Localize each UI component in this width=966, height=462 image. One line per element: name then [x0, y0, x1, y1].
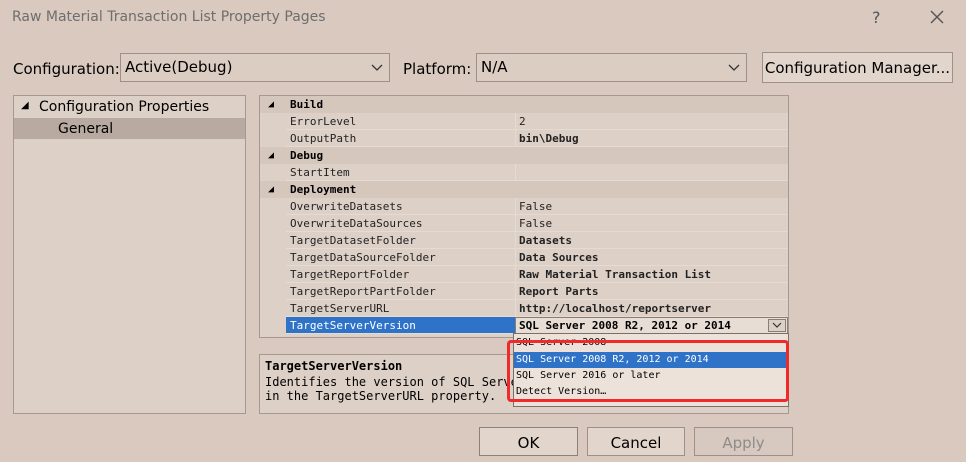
property-grid: ◢ Build ErrorLevel 2 OutputPath bin\Debu…	[259, 95, 789, 338]
collapse-caret-icon[interactable]: ◢	[268, 150, 274, 161]
property-name: StartItem	[290, 166, 350, 179]
collapse-caret-icon[interactable]: ◢	[21, 100, 29, 111]
ok-button[interactable]: OK	[479, 427, 578, 456]
description-title: TargetServerVersion	[265, 359, 403, 373]
category-build[interactable]: ◢ Build	[260, 96, 788, 113]
configuration-manager-button[interactable]: Configuration Manager...	[762, 52, 953, 83]
property-row[interactable]: OutputPath bin\Debug	[260, 130, 788, 147]
property-row[interactable]: TargetDatasetFolder Datasets	[260, 232, 788, 249]
dropdown-option[interactable]: Detect Version…	[514, 384, 788, 400]
property-name: TargetServerVersion	[290, 319, 416, 332]
property-row[interactable]: TargetServerURL http://localhost/reports…	[260, 300, 788, 317]
category-debug[interactable]: ◢ Debug	[260, 147, 788, 164]
version-dropdown-list: SQL Server 2008 SQL Server 2008 R2, 2012…	[513, 333, 789, 407]
target-server-version-select[interactable]: SQL Server 2008 R2, 2012 or 2014	[515, 317, 788, 334]
property-name: OverwriteDataSources	[290, 217, 423, 230]
property-row[interactable]: StartItem	[260, 164, 788, 181]
property-row[interactable]: OverwriteDataSources False	[260, 215, 788, 232]
property-name: TargetReportFolder	[290, 268, 410, 281]
property-value: Raw Material Transaction List	[519, 268, 712, 281]
chevron-down-icon	[728, 64, 740, 71]
property-value: 2	[519, 115, 526, 128]
property-name: TargetReportPartFolder	[290, 285, 436, 298]
configuration-value: Active(Debug)	[125, 58, 233, 76]
configuration-select[interactable]: Active(Debug)	[120, 53, 390, 82]
window-title: Raw Material Transaction List Property P…	[12, 9, 326, 25]
property-value: SQL Server 2008 R2, 2012 or 2014	[519, 319, 731, 332]
property-name: TargetDataSourceFolder	[290, 251, 436, 264]
category-deployment[interactable]: ◢ Deployment	[260, 181, 788, 198]
platform-label: Platform:	[403, 60, 472, 78]
tree-item-configuration-properties[interactable]: Configuration Properties	[39, 99, 209, 115]
dropdown-option-selected[interactable]: SQL Server 2008 R2, 2012 or 2014	[514, 352, 788, 368]
property-row[interactable]: TargetDataSourceFolder Data Sources	[260, 249, 788, 266]
chevron-down-icon	[371, 64, 383, 71]
property-row[interactable]: ErrorLevel 2	[260, 113, 788, 130]
configuration-label: Configuration:	[13, 60, 120, 78]
property-name: TargetServerURL	[290, 302, 390, 315]
property-value: False	[519, 217, 553, 230]
property-value: Report Parts	[519, 285, 599, 298]
dropdown-option[interactable]: SQL Server 2008	[514, 335, 788, 351]
property-value: http://localhost/reportserver	[519, 302, 712, 315]
category-tree: ◢ Configuration Properties General	[13, 95, 246, 414]
dropdown-option[interactable]: SQL Server 2016 or later	[514, 368, 788, 384]
property-name: ErrorLevel	[290, 115, 357, 128]
tree-item-general[interactable]: General	[14, 118, 245, 139]
collapse-caret-icon[interactable]: ◢	[268, 99, 274, 110]
collapse-caret-icon[interactable]: ◢	[268, 184, 274, 195]
apply-button[interactable]: Apply	[694, 427, 793, 456]
property-value: Datasets	[519, 234, 572, 247]
chevron-down-icon	[772, 322, 782, 328]
category-label: Debug	[290, 149, 324, 162]
property-row-selected[interactable]: TargetServerVersion SQL Server 2008 R2, …	[260, 317, 788, 334]
property-row[interactable]: TargetReportFolder Raw Material Transact…	[260, 266, 788, 283]
property-value: bin\Debug	[519, 132, 579, 145]
property-row[interactable]: TargetReportPartFolder Report Parts	[260, 283, 788, 300]
dropdown-button[interactable]	[768, 319, 786, 332]
help-button[interactable]: ?	[872, 8, 881, 27]
close-button[interactable]	[924, 4, 950, 30]
category-label: Deployment	[290, 183, 357, 196]
property-value: Data Sources	[519, 251, 599, 264]
tree-item-label: General	[58, 121, 114, 137]
title-bar: Raw Material Transaction List Property P…	[0, 0, 966, 38]
category-label: Build	[290, 98, 324, 111]
property-name: TargetDatasetFolder	[290, 234, 416, 247]
cancel-button[interactable]: Cancel	[587, 427, 685, 456]
property-value: False	[519, 200, 553, 213]
property-name: OverwriteDatasets	[290, 200, 403, 213]
property-name: OutputPath	[290, 132, 357, 145]
close-icon	[930, 10, 944, 24]
property-row[interactable]: OverwriteDatasets False	[260, 198, 788, 215]
platform-value: N/A	[481, 58, 508, 76]
platform-select[interactable]: N/A	[476, 53, 747, 82]
